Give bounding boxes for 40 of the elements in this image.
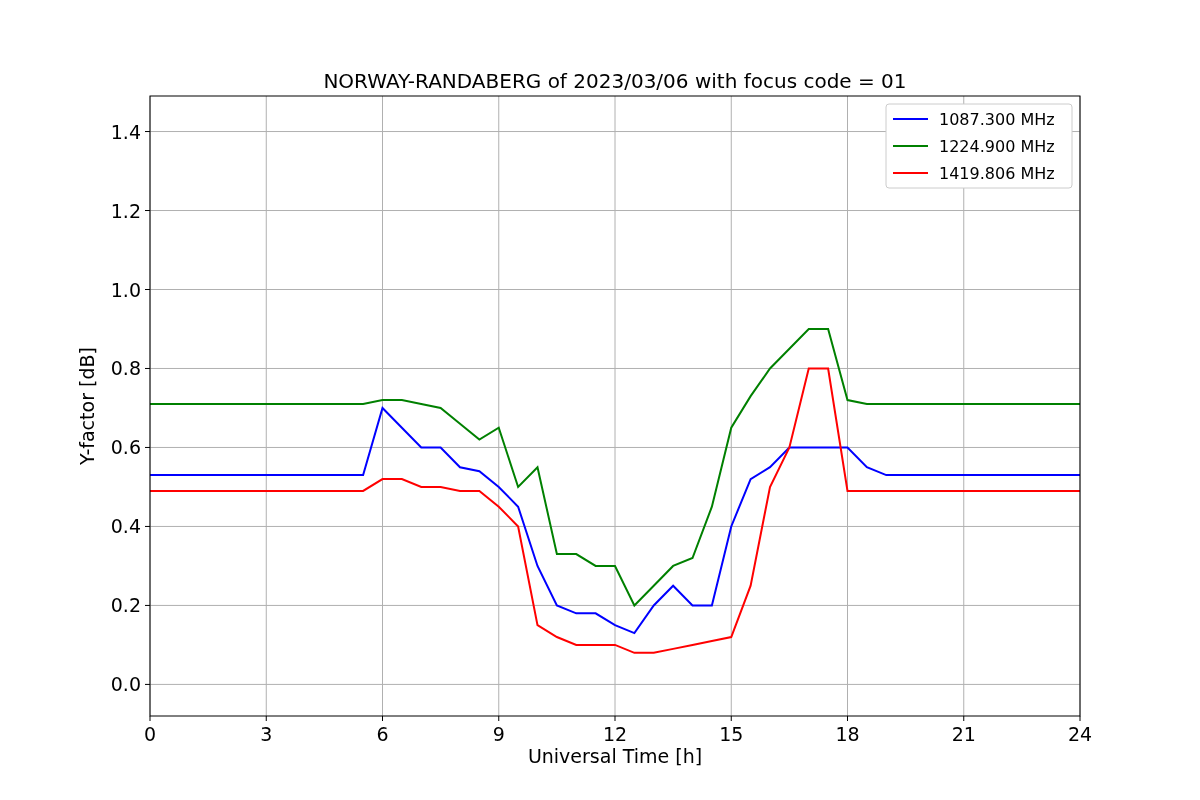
tick-mark	[614, 715, 616, 722]
x-tick-label: 12	[602, 723, 628, 745]
y-axis-label: Y-factor [dB]	[76, 347, 98, 465]
tick-mark	[144, 604, 151, 606]
tick-mark	[144, 368, 151, 369]
tick-mark	[144, 446, 151, 448]
x-tick-label: 9	[492, 723, 505, 745]
x-tick-label: 3	[260, 723, 273, 745]
x-tick-label: 0	[143, 723, 157, 745]
x-tick-label: 6	[376, 723, 389, 745]
tick-mark	[144, 131, 151, 133]
y-tick-label: 0.2	[110, 594, 141, 617]
x-axis-label: Universal Time [h]	[527, 745, 703, 767]
tick-mark	[144, 683, 151, 685]
tick-mark	[498, 715, 500, 722]
legend-label: 1419.806 MHz	[939, 164, 1055, 183]
legend-label: 1087.300 MHz	[939, 110, 1055, 129]
y-tick-label: 1.4	[110, 120, 141, 143]
y-tick-label: 1.0	[110, 278, 141, 301]
y-tick-label: 0.6	[110, 436, 141, 459]
y-tick-label: 0.0	[110, 673, 141, 696]
tick-mark	[730, 715, 732, 722]
y-tick-label: 0.8	[110, 357, 141, 380]
tick-mark	[265, 715, 267, 722]
tick-mark	[144, 210, 151, 211]
legend-label: 1224.900 MHz	[939, 137, 1055, 156]
x-tick-label: 18	[835, 723, 860, 745]
tick-mark	[847, 715, 848, 722]
y-tick-label: 1.2	[110, 199, 141, 222]
tick-mark	[1079, 715, 1081, 722]
x-tick-label: 15	[719, 723, 744, 745]
chart-title: NORWAY-RANDABERG of 2023/03/06 with focus code = 01	[323, 69, 907, 93]
tick-mark	[963, 715, 965, 722]
x-tick-label: 21	[951, 723, 976, 745]
y-tick-label: 0.4	[110, 515, 141, 538]
tick-mark	[149, 715, 151, 722]
tick-mark	[144, 289, 151, 290]
x-tick-label: 24	[1067, 723, 1093, 745]
tick-mark	[382, 715, 383, 722]
tick-mark	[144, 525, 151, 527]
